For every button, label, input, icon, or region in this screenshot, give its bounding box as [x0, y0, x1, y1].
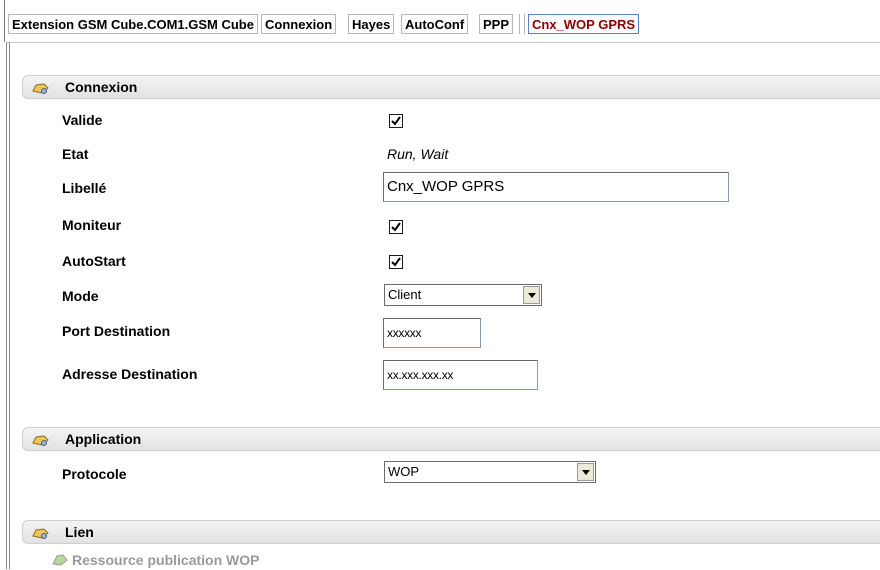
section-header-lien[interactable]: Lien: [22, 520, 880, 544]
tab-connexion[interactable]: Connexion: [261, 14, 337, 34]
mode-selected-value: Client: [388, 287, 422, 302]
moniteur-checkbox[interactable]: [389, 220, 403, 234]
tab-hayes[interactable]: Hayes: [348, 14, 395, 34]
panel-left-border-inner: [9, 42, 10, 569]
panel-left-border: [6, 42, 7, 569]
tab-extension-gsm-cube[interactable]: Extension GSM Cube.COM1.GSM Cube: [8, 14, 258, 34]
tab-cnx-wop-gprs[interactable]: Cnx_WOP GPRS: [528, 14, 640, 34]
section-header-application[interactable]: Application: [22, 427, 880, 451]
field-label-protocole: Protocole: [62, 466, 127, 482]
tab-bar-edge: [0, 0, 5, 42]
protocole-select[interactable]: WOP: [384, 461, 596, 483]
field-label-adresse-destination: Adresse Destination: [62, 366, 198, 382]
field-label-etat: Etat: [62, 146, 89, 162]
tab-ppp[interactable]: PPP: [479, 14, 514, 34]
protocole-selected-value: WOP: [388, 464, 420, 479]
lien-item-ressource[interactable]: Ressource publication WOP: [52, 552, 259, 570]
mode-select[interactable]: Client: [384, 284, 542, 306]
valide-checkbox[interactable]: [389, 114, 403, 128]
lien-item-label: Ressource publication WOP: [72, 552, 260, 568]
section-title: Application: [65, 431, 142, 447]
field-label-moniteur: Moniteur: [62, 217, 122, 233]
section-title: Lien: [65, 524, 94, 540]
panel-top-border: [6, 42, 880, 43]
adresse-destination-input[interactable]: xx.xxx.xxx.xx: [383, 360, 538, 390]
field-label-valide: Valide: [62, 112, 103, 128]
folder-key-icon: [32, 81, 50, 95]
libelle-input[interactable]: Cnx_WOP GPRS: [383, 172, 729, 202]
tab-bar: Extension GSM Cube.COM1.GSM Cube Connexi…: [0, 0, 880, 42]
section-title: Connexion: [65, 79, 138, 95]
check-mark-icon: [391, 222, 401, 232]
tab-separator: [519, 14, 525, 34]
folder-key-icon: [32, 526, 50, 540]
field-label-mode: Mode: [62, 288, 99, 304]
resource-icon: [52, 552, 68, 569]
field-label-libelle: Libellé: [62, 180, 107, 196]
check-mark-icon: [391, 257, 401, 267]
check-mark-icon: [391, 116, 401, 126]
section-header-connexion[interactable]: Connexion: [22, 75, 880, 99]
field-label-port-destination: Port Destination: [62, 323, 171, 339]
field-label-autostart: AutoStart: [62, 253, 126, 269]
port-destination-input[interactable]: xxxxxx: [383, 318, 481, 348]
chevron-down-icon[interactable]: [577, 463, 594, 481]
folder-key-icon: [32, 433, 50, 447]
tab-autoconf[interactable]: AutoConf: [401, 14, 469, 34]
chevron-down-icon[interactable]: [523, 286, 540, 304]
etat-value: Run, Wait: [387, 146, 449, 162]
autostart-checkbox[interactable]: [389, 255, 403, 269]
